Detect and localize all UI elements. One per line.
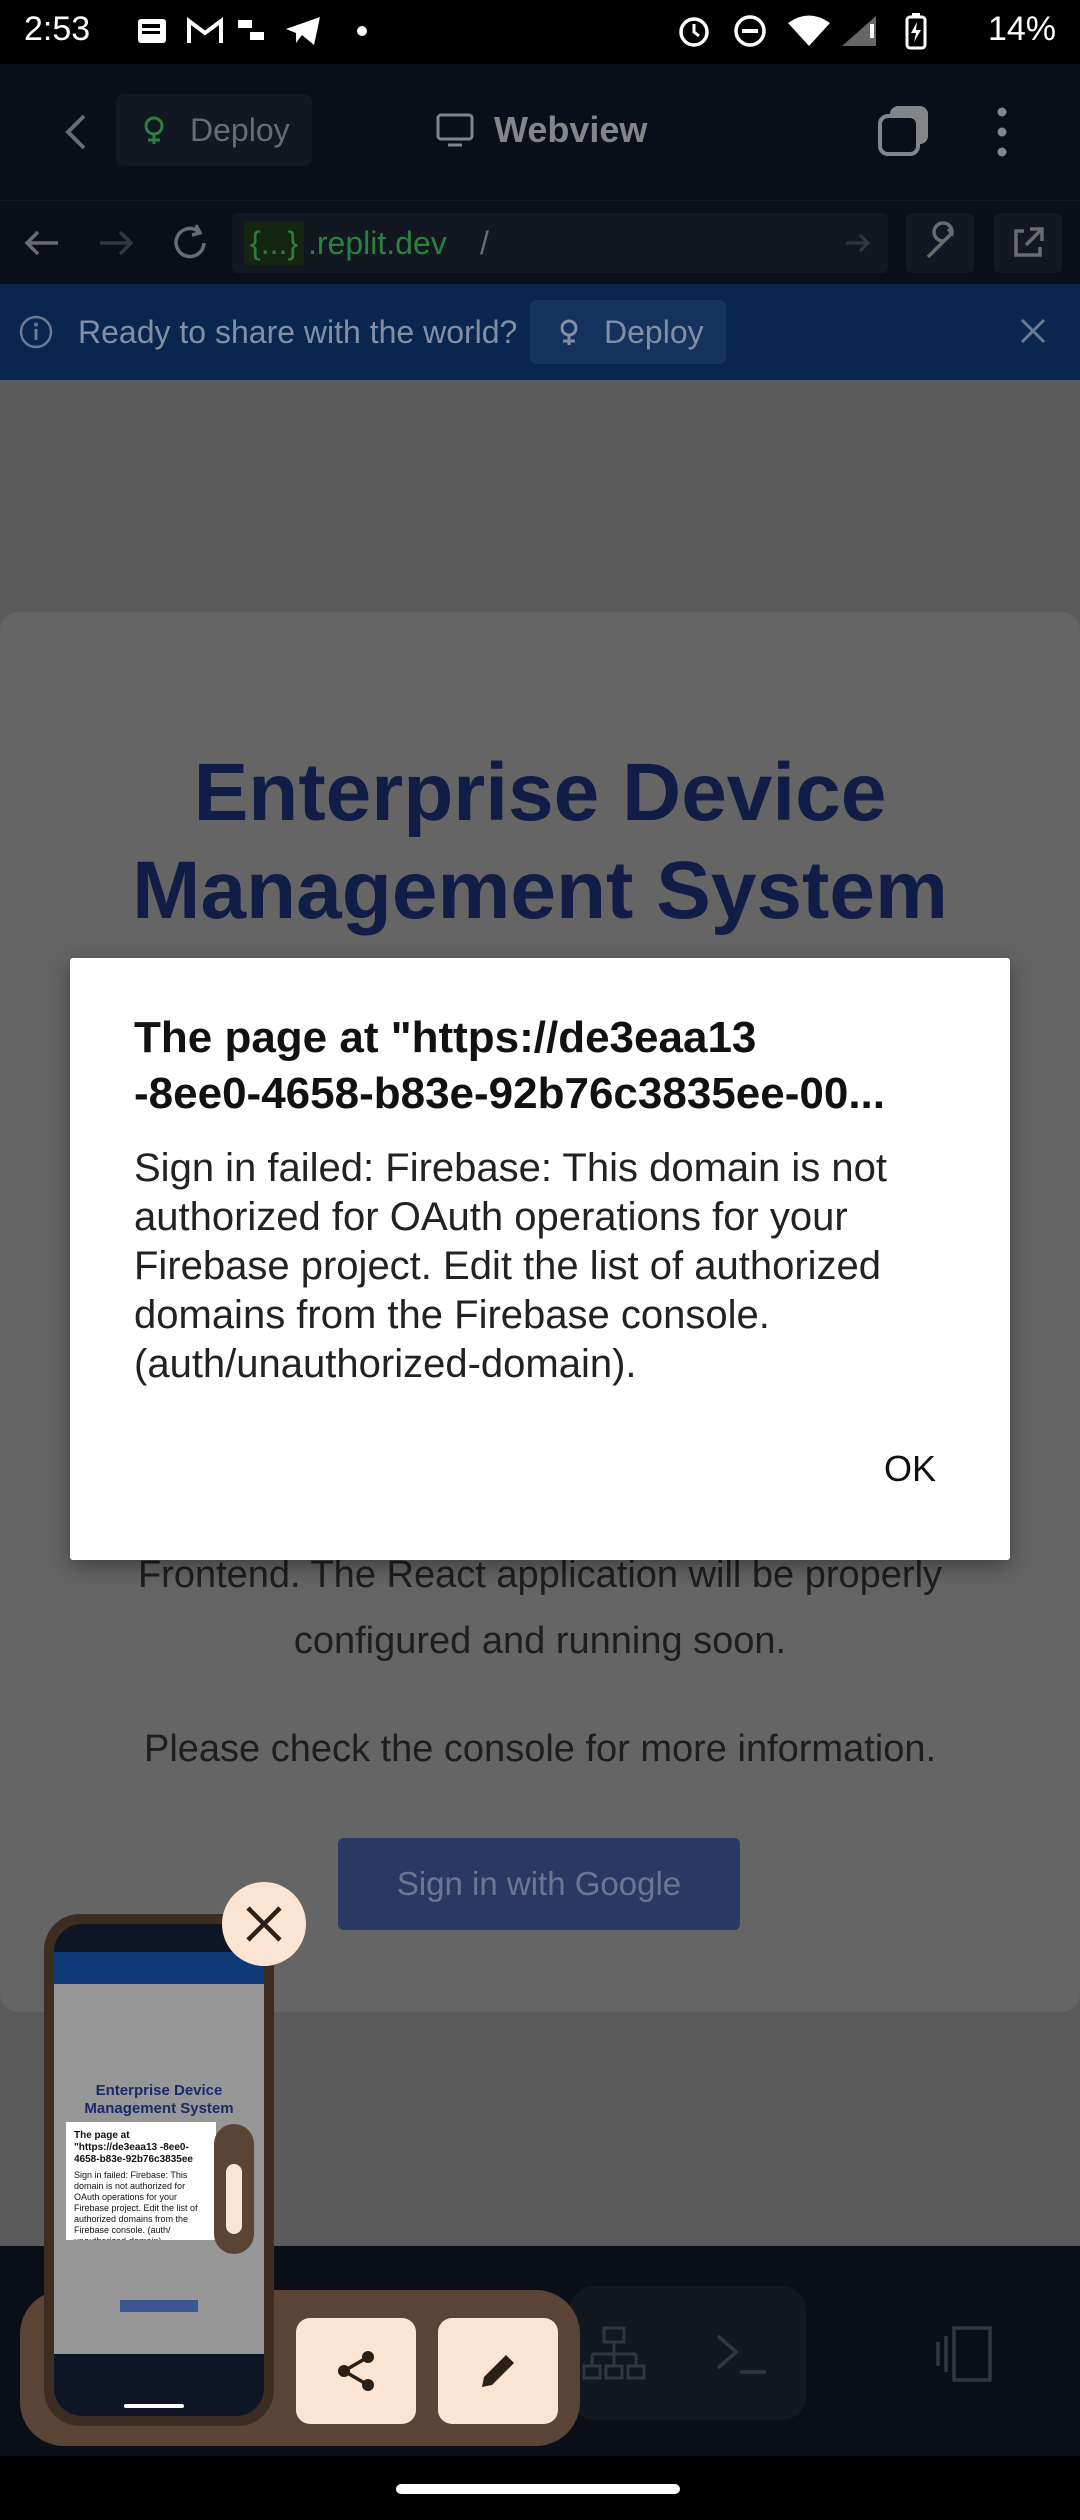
battery-icon bbox=[904, 13, 928, 50]
alert-dialog: The page at "https://de3eaa13 -8ee0-4658… bbox=[70, 958, 1010, 1560]
status-time: 2:53 bbox=[24, 10, 91, 48]
wifi-icon bbox=[786, 14, 832, 48]
thumbnail-google-button bbox=[120, 2300, 198, 2312]
dot-icon bbox=[356, 14, 368, 48]
news-icon bbox=[136, 14, 170, 48]
thumbnail-dialog-title: The page at "https://de3eaa13 -8ee0-4658… bbox=[74, 2130, 193, 2165]
edit-icon bbox=[482, 2355, 514, 2387]
thumbnail-banner bbox=[54, 1952, 264, 1984]
signal-icon bbox=[840, 14, 880, 48]
dialog-message: Sign in failed: Firebase: This domain is… bbox=[134, 1146, 887, 1386]
alarm-icon bbox=[676, 14, 712, 48]
battery-percent: 14% bbox=[987, 10, 1056, 48]
dialog-title: The page at "https://de3eaa13 -8ee0-4658… bbox=[134, 1013, 885, 1118]
close-screenshot-button[interactable] bbox=[222, 1882, 306, 1966]
thumbnail-footer bbox=[54, 2354, 264, 2416]
telegram-icon bbox=[284, 14, 322, 48]
thumbnail-screen: Enterprise Device Management System The … bbox=[54, 1924, 264, 2416]
gesture-bar[interactable] bbox=[396, 2484, 680, 2494]
gmail-icon bbox=[186, 14, 224, 48]
slack-icon bbox=[236, 14, 266, 48]
thumbnail-volume-slider bbox=[214, 2124, 254, 2254]
thumbnail-dialog: The page at "https://de3eaa13 -8ee0-4658… bbox=[66, 2122, 216, 2240]
dnd-icon bbox=[732, 14, 768, 48]
edit-button[interactable] bbox=[438, 2318, 558, 2424]
close-icon bbox=[246, 1906, 282, 1942]
share-icon bbox=[338, 2351, 374, 2391]
ok-button[interactable]: OK bbox=[860, 1438, 960, 1500]
status-bar: 2:53 14% bbox=[0, 0, 1080, 64]
thumbnail-dialog-message: Sign in failed: Firebase: This domain is… bbox=[74, 2170, 198, 2240]
screenshot-thumbnail[interactable]: Enterprise Device Management System The … bbox=[44, 1914, 274, 2426]
thumbnail-title: Enterprise Device Management System bbox=[84, 2082, 234, 2117]
share-button[interactable] bbox=[296, 2318, 416, 2424]
